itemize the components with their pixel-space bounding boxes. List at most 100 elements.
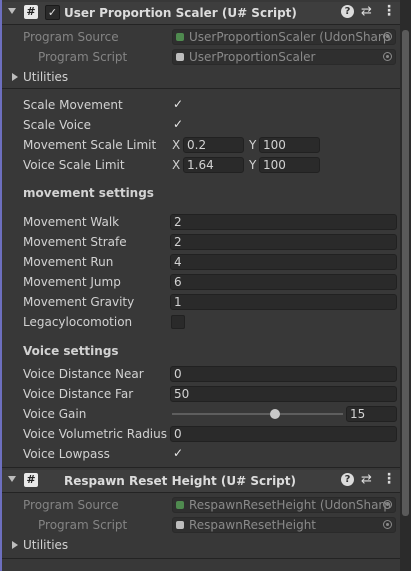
legacylocomotion-row: Legacylocomotion <box>2 312 400 332</box>
object-picker-icon[interactable] <box>383 500 392 509</box>
object-picker-icon[interactable] <box>383 52 392 61</box>
script-file-icon <box>176 53 184 61</box>
scale-voice-row: Scale Voice ✓ <box>2 115 400 135</box>
movement-settings-header: movement settings <box>23 186 154 200</box>
csharp-script-icon: # <box>24 473 38 487</box>
presets-icon[interactable]: ⇄ <box>361 472 372 487</box>
voice-distance-far-input[interactable]: 50 <box>170 386 397 402</box>
voice-lowpass-checkbox[interactable]: ✓ <box>171 447 185 461</box>
scale-movement-checkbox[interactable]: ✓ <box>171 98 185 112</box>
context-menu-icon[interactable]: ⋮ <box>382 471 396 487</box>
voice-lowpass-label: Voice Lowpass <box>23 447 110 461</box>
foldout-collapsed-icon[interactable] <box>12 73 18 81</box>
program-source-field[interactable]: RespawnResetHeight (UdonSharp <box>172 497 396 513</box>
voice-scale-limit-y-input[interactable]: 100 <box>259 157 320 173</box>
utilities-foldout[interactable]: Utilities <box>2 535 400 555</box>
component-title: User Proportion Scaler (U# Script) <box>64 6 297 20</box>
voice-distance-near-input[interactable]: 0 <box>170 366 397 382</box>
inspector-scrollbar-thumb[interactable] <box>402 30 409 516</box>
context-menu-icon[interactable]: ⋮ <box>382 3 396 19</box>
movement-run-label: Movement Run <box>23 255 114 269</box>
component-enabled-checkbox[interactable]: ✓ <box>45 5 60 20</box>
program-script-row: Program Script RespawnResetHeight <box>2 515 400 535</box>
utilities-foldout[interactable]: Utilities <box>2 67 400 87</box>
scale-voice-checkbox[interactable]: ✓ <box>171 118 185 132</box>
component-title: Respawn Reset Height (U# Script) <box>64 474 296 488</box>
program-script-field[interactable]: UserProportionScaler <box>172 49 396 65</box>
program-script-label: Program Script <box>38 518 128 532</box>
movement-gravity-label: Movement Gravity <box>23 295 135 309</box>
movement-run-input[interactable]: 4 <box>170 254 397 270</box>
movement-scale-limit-x-input[interactable]: 0.2 <box>183 137 244 153</box>
movement-strafe-input[interactable]: 2 <box>170 234 397 250</box>
movement-walk-label: Movement Walk <box>23 215 120 229</box>
program-source-label: Program Source <box>23 30 119 44</box>
movement-jump-input[interactable]: 6 <box>170 274 397 290</box>
program-script-value: RespawnResetHeight <box>189 518 317 532</box>
program-script-value: UserProportionScaler <box>189 50 316 64</box>
voice-distance-far-row: Voice Distance Far 50 <box>2 384 400 404</box>
y-axis-label: Y <box>249 158 257 172</box>
component-divider <box>2 467 400 468</box>
program-source-row: Program Source UserProportionScaler (Udo… <box>2 27 400 47</box>
y-axis-label: Y <box>249 138 257 152</box>
movement-walk-row: Movement Walk 2 <box>2 212 400 232</box>
voice-gain-slider-track[interactable] <box>172 413 343 415</box>
script-file-icon <box>176 521 184 529</box>
object-picker-icon[interactable] <box>383 520 392 529</box>
object-picker-icon[interactable] <box>383 32 392 41</box>
program-source-value: UserProportionScaler (UdonSharp <box>189 30 391 44</box>
program-script-label: Program Script <box>38 50 128 64</box>
foldout-expanded-icon[interactable] <box>8 8 16 14</box>
voice-volumetric-radius-row: Voice Volumetric Radius 0 <box>2 424 400 444</box>
utilities-label: Utilities <box>23 70 69 84</box>
utilities-label: Utilities <box>23 538 69 552</box>
voice-settings-header: Voice settings <box>23 344 119 358</box>
movement-walk-input[interactable]: 2 <box>170 214 397 230</box>
movement-strafe-row: Movement Strafe 2 <box>2 232 400 252</box>
movement-strafe-label: Movement Strafe <box>23 235 127 249</box>
help-icon[interactable]: ? <box>341 473 354 486</box>
voice-gain-label: Voice Gain <box>23 407 87 421</box>
voice-lowpass-row: Voice Lowpass ✓ <box>2 444 400 464</box>
program-source-label: Program Source <box>23 498 119 512</box>
component-header-respawn-reset-height[interactable]: # Respawn Reset Height (U# Script) ? ⇄ ⋮ <box>2 470 400 493</box>
x-axis-label: X <box>172 158 181 172</box>
voice-scale-limit-row: Voice Scale Limit X 1.64 Y 100 <box>2 155 400 175</box>
voice-distance-far-label: Voice Distance Far <box>23 387 134 401</box>
voice-distance-near-row: Voice Distance Near 0 <box>2 364 400 384</box>
voice-distance-near-label: Voice Distance Near <box>23 367 144 381</box>
program-source-value: RespawnResetHeight (UdonSharp <box>189 498 391 512</box>
foldout-expanded-icon[interactable] <box>8 476 16 482</box>
udon-program-asset-icon <box>176 33 184 41</box>
movement-jump-label: Movement Jump <box>23 275 121 289</box>
movement-scale-limit-y-input[interactable]: 100 <box>259 137 320 153</box>
voice-gain-slider-thumb[interactable] <box>269 409 280 419</box>
help-icon[interactable]: ? <box>341 5 354 18</box>
legacylocomotion-label: Legacylocomotion <box>23 315 133 329</box>
movement-gravity-row: Movement Gravity 1 <box>2 292 400 312</box>
voice-scale-limit-x-input[interactable]: 1.64 <box>183 157 244 173</box>
movement-scale-limit-label: Movement Scale Limit <box>23 138 157 152</box>
voice-gain-row: Voice Gain 15 <box>2 404 400 424</box>
scale-movement-row: Scale Movement ✓ <box>2 95 400 115</box>
voice-volumetric-radius-input[interactable]: 0 <box>170 426 397 442</box>
movement-gravity-input[interactable]: 1 <box>170 294 397 310</box>
program-script-field[interactable]: RespawnResetHeight <box>172 517 396 533</box>
movement-jump-row: Movement Jump 6 <box>2 272 400 292</box>
legacylocomotion-checkbox[interactable] <box>171 315 185 329</box>
scale-movement-label: Scale Movement <box>23 98 123 112</box>
section-divider <box>2 558 400 559</box>
program-source-field[interactable]: UserProportionScaler (UdonSharp <box>172 29 396 45</box>
voice-scale-limit-label: Voice Scale Limit <box>23 158 125 172</box>
scale-voice-label: Scale Voice <box>23 118 92 132</box>
section-divider <box>2 88 400 89</box>
foldout-collapsed-icon[interactable] <box>12 541 18 549</box>
presets-icon[interactable]: ⇄ <box>361 4 372 19</box>
voice-volumetric-radius-label: Voice Volumetric Radius <box>23 427 167 441</box>
program-source-row: Program Source RespawnResetHeight (UdonS… <box>2 495 400 515</box>
csharp-script-icon: # <box>24 5 38 19</box>
component-header-user-proportion-scaler[interactable]: # ✓ User Proportion Scaler (U# Script) ?… <box>2 2 400 25</box>
voice-gain-input[interactable]: 15 <box>346 406 397 422</box>
program-script-row: Program Script UserProportionScaler <box>2 47 400 67</box>
